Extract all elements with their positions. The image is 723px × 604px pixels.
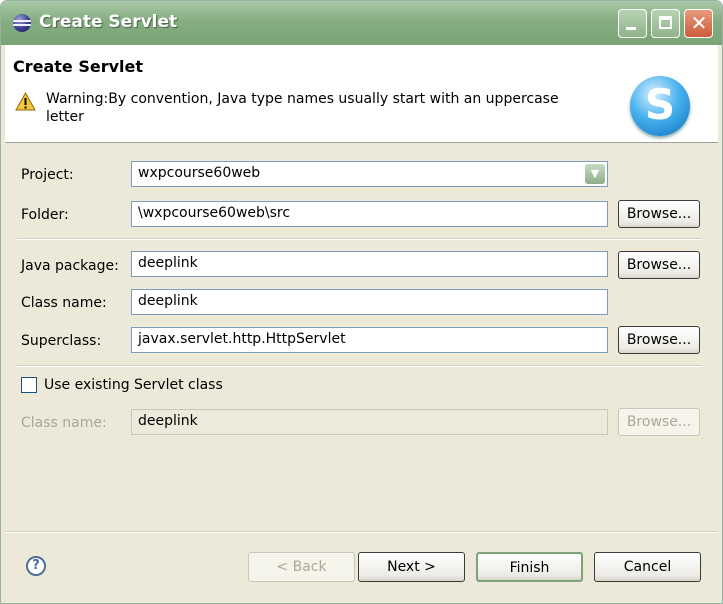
close-button[interactable]: ✕ [684,9,713,38]
superclass-label: Superclass: [21,333,102,349]
title-bar[interactable]: Create Servlet ✕ [1,1,722,45]
create-servlet-dialog: Create Servlet ✕ Create Servlet Warning:… [0,0,723,604]
separator [17,365,702,367]
close-icon: ✕ [690,11,708,35]
class-name-input[interactable]: deeplink [131,289,608,315]
existing-class-name-label: Class name: [21,415,107,431]
servlet-s-logo-icon: S [630,76,690,136]
separator [17,238,702,240]
maximize-button[interactable] [651,9,680,38]
package-browse-button[interactable]: Browse... [618,251,700,279]
finish-button[interactable]: Finish [476,552,583,582]
superclass-input[interactable]: javax.servlet.http.HttpServlet [131,327,608,353]
folder-label: Folder: [21,207,69,223]
back-button[interactable]: < Back [248,552,355,582]
java-package-label: Java package: [21,258,119,274]
folder-input[interactable]: \wxpcourse60web\src [131,201,608,227]
chevron-down-icon[interactable]: ▼ [585,164,605,184]
window-title: Create Servlet [39,12,178,32]
project-combo[interactable]: wxpcourse60web ▼ [131,161,608,187]
superclass-browse-button[interactable]: Browse... [618,326,700,354]
cancel-button[interactable]: Cancel [594,552,701,582]
footer-separator [5,531,718,533]
page-title: Create Servlet [13,57,144,76]
use-existing-checkbox[interactable] [21,377,37,393]
help-icon[interactable]: ? [26,556,46,576]
use-existing-label[interactable]: Use existing Servlet class [44,377,223,393]
next-button[interactable]: Next > [358,552,465,582]
class-name-label: Class name: [21,295,107,311]
minimize-button[interactable] [618,9,647,38]
java-package-input[interactable]: deeplink [131,251,608,277]
eclipse-logo-icon [13,14,31,32]
wizard-header: Create Servlet Warning:By convention, Ja… [5,45,718,143]
warning-message: Warning:By convention, Java type names u… [46,91,559,125]
existing-class-browse-button[interactable]: Browse... [618,408,700,436]
warning-icon [15,92,36,111]
project-value: wxpcourse60web [138,165,261,181]
existing-class-name-input[interactable]: deeplink [131,409,608,435]
project-label: Project: [21,167,74,183]
folder-browse-button[interactable]: Browse... [618,200,700,228]
maximize-icon [659,16,672,29]
minimize-icon [626,27,636,30]
